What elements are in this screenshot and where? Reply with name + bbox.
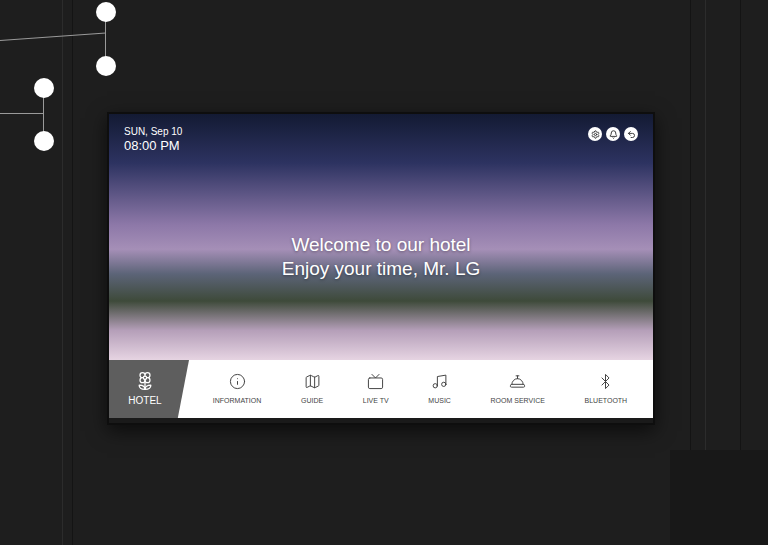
time-text: 08:00 PM: [124, 138, 182, 153]
menu-item[interactable]: MUSIC: [426, 373, 453, 405]
music-icon: [431, 373, 448, 390]
menu-item[interactable]: BLUETOOTH: [583, 373, 630, 405]
lamp-arm: [0, 33, 106, 41]
info-icon: [229, 373, 246, 390]
lamp-bulb: [96, 56, 116, 76]
menu-bar: HOTEL INFORMATION GUIDE LIVE TV MUSIC ROOM SE…: [109, 360, 653, 418]
welcome-subtitle: Enjoy your time, Mr. LG: [282, 257, 481, 281]
tv: SUN, Sep 1008:00 PM Welcome to our hotelE…: [107, 112, 655, 425]
welcome-title: Welcome to our hotel: [291, 233, 470, 257]
lamp-bulb: [34, 131, 54, 151]
date-text: SUN, Sep 10: [124, 126, 182, 138]
lamp-arm: [0, 113, 44, 114]
wall-line: [72, 0, 73, 545]
back-icon: [627, 130, 636, 139]
home-tile[interactable]: HOTEL: [109, 360, 189, 418]
top-icon-button[interactable]: [606, 127, 620, 141]
menu-label: MUSIC: [428, 396, 451, 405]
hotel-tv-scene: SUN, Sep 1008:00 PM Welcome to our hotelE…: [0, 0, 768, 545]
menu-label: LIVE TV: [363, 396, 389, 405]
home-label: HOTEL: [128, 395, 161, 407]
hero-screen: SUN, Sep 1008:00 PM Welcome to our hotelE…: [109, 114, 653, 360]
lamp-bulb: [34, 78, 54, 98]
menu-label: GUIDE: [301, 396, 323, 405]
menu-item[interactable]: ROOM SERVICE: [489, 373, 547, 405]
top-icon-button[interactable]: [624, 127, 638, 141]
menu-label: INFORMATION: [213, 396, 261, 405]
bluetooth-icon: [597, 373, 614, 390]
menu-label: ROOM SERVICE: [491, 396, 545, 405]
welcome-message: Welcome to our hotelEnjoy your time, Mr.…: [109, 233, 653, 281]
settings-icon: [591, 130, 600, 139]
map-icon: [304, 373, 321, 390]
tv-icon: [367, 373, 384, 390]
top-icon-button[interactable]: [588, 127, 602, 141]
lamp-bulb: [96, 2, 116, 22]
clock: SUN, Sep 1008:00 PM: [124, 126, 182, 153]
menu-item[interactable]: LIVE TV: [361, 373, 391, 405]
tv-bezel: [109, 418, 653, 423]
wall-line: [62, 0, 63, 545]
menu-item[interactable]: GUIDE: [299, 373, 325, 405]
bell-icon: [609, 130, 618, 139]
menu-label: BLUETOOTH: [585, 396, 628, 405]
wall-shadow: [670, 450, 768, 545]
menu-item[interactable]: INFORMATION: [211, 373, 263, 405]
flower-icon: [135, 371, 155, 391]
room-service-bell-icon: [509, 373, 526, 390]
